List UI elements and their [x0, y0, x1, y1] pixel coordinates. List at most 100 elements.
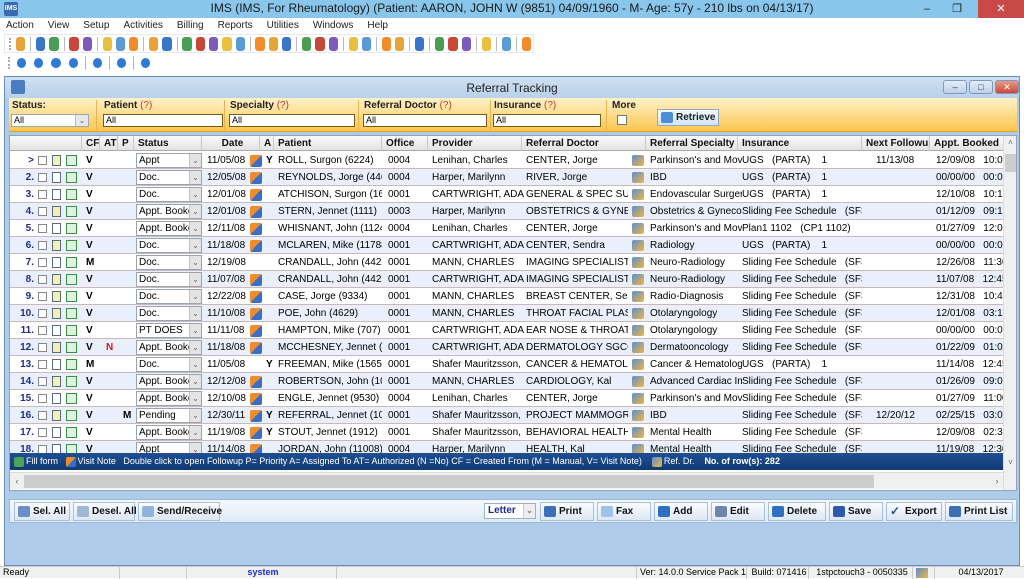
fill-form-icon[interactable] — [66, 325, 77, 336]
visit-note-icon[interactable] — [250, 393, 262, 405]
menu-view[interactable]: View — [48, 18, 70, 34]
delete-button[interactable]: Delete — [768, 502, 826, 521]
form-icon[interactable] — [461, 36, 471, 51]
billing-dollar-icon[interactable] — [182, 36, 192, 51]
menu-reports[interactable]: Reports — [218, 18, 253, 34]
chevron-down-icon[interactable]: ⌄ — [189, 290, 201, 303]
referral-doctor-icon[interactable] — [632, 206, 644, 217]
referral-doctor-icon[interactable] — [632, 189, 644, 200]
chevron-down-icon[interactable]: ⌄ — [189, 307, 201, 320]
visit-note-icon[interactable] — [250, 410, 262, 422]
contact-card-icon[interactable] — [395, 36, 405, 51]
table-row[interactable]: 6. V Doc. Received ⌄ 11/18/08 MCLAREN, Mike (… — [10, 237, 1004, 254]
column-header-provider[interactable]: Provider — [428, 136, 522, 151]
fill-form-icon[interactable] — [66, 410, 77, 421]
visit-note-icon[interactable] — [250, 223, 262, 235]
chevron-down-icon[interactable]: ⌄ — [189, 171, 201, 184]
folder-icon[interactable] — [69, 36, 79, 51]
fill-form-icon[interactable] — [66, 393, 77, 404]
status-select[interactable]: PT DOES NOT ⌄ — [136, 323, 202, 338]
chevron-down-icon[interactable]: ⌄ — [189, 273, 201, 286]
scroll-up-icon[interactable]: ˄ — [1004, 136, 1016, 150]
window-minimize-button[interactable]: – — [912, 0, 942, 18]
table-row[interactable]: 4. V Appt. Booked ⌄ 12/01/08 STERN, Jennet (1… — [10, 203, 1004, 220]
row-checkbox[interactable] — [38, 241, 47, 250]
row-checkbox[interactable] — [38, 326, 47, 335]
column-header-appt-booked[interactable]: Appt. Booked — [930, 136, 1004, 151]
chevron-down-icon[interactable]: ⌄ — [189, 358, 201, 371]
billing-claim-icon[interactable] — [235, 36, 245, 51]
chevron-down-icon[interactable]: ⌄ — [189, 188, 201, 201]
send-receive-button[interactable]: Send/Receive — [138, 502, 222, 521]
scroll-down-icon[interactable]: ˅ — [1004, 456, 1016, 470]
note-icon[interactable] — [162, 36, 172, 51]
row-checkbox[interactable] — [38, 207, 47, 216]
menu-action[interactable]: Action — [6, 18, 34, 34]
menu-billing[interactable]: Billing — [177, 18, 204, 34]
patient-edit-icon[interactable] — [35, 36, 46, 51]
chevron-down-icon[interactable]: ⌄ — [189, 205, 201, 218]
fill-form-icon[interactable] — [66, 155, 77, 166]
fill-form-icon[interactable] — [66, 342, 77, 353]
prescription-icon[interactable] — [102, 36, 112, 51]
status-filter-select[interactable]: All ⌄ — [11, 114, 89, 127]
chevron-down-icon[interactable]: ⌄ — [523, 504, 535, 518]
clipboard-edit-icon[interactable] — [82, 36, 92, 51]
fax-button[interactable]: Fax — [597, 502, 651, 521]
document-icon[interactable] — [52, 427, 61, 438]
status-select[interactable]: Doc. Received ⌄ — [136, 255, 202, 270]
document-icon[interactable] — [149, 36, 159, 51]
child-minimize-button[interactable]: – — [943, 80, 967, 94]
prev-record-icon[interactable] — [34, 57, 44, 68]
menu-activities[interactable]: Activities — [123, 18, 162, 34]
status-select[interactable]: Doc. Received ⌄ — [136, 238, 202, 253]
fill-form-icon[interactable] — [66, 376, 77, 387]
specialty-filter-input[interactable]: All — [229, 114, 355, 127]
menu-setup[interactable]: Setup — [83, 18, 109, 34]
table-row[interactable]: 5. V Appt. Booked ⌄ 12/11/08 WHISNANT, John (… — [10, 220, 1004, 237]
column-header-insurance[interactable]: Insurance — [738, 136, 862, 151]
transfer-icon[interactable] — [448, 36, 458, 51]
row-checkbox[interactable] — [38, 411, 47, 420]
patient-filter-input[interactable]: All — [103, 114, 223, 127]
referral-doctor-icon[interactable] — [632, 274, 644, 285]
fill-form-icon[interactable] — [66, 274, 77, 285]
billing-doc-icon[interactable] — [195, 36, 205, 51]
referral-doctor-filter-input[interactable]: All — [363, 114, 487, 127]
column-header-status[interactable]: Status — [134, 136, 202, 151]
visit-note-icon[interactable] — [250, 308, 262, 320]
column-header-date[interactable]: Date — [202, 136, 260, 151]
column-header-a[interactable]: A — [260, 136, 274, 151]
column-header-at[interactable]: AT — [100, 136, 118, 151]
deselect-all-button[interactable]: Desel. All — [73, 502, 137, 521]
status-select[interactable]: Doc. Received ⌄ — [136, 187, 202, 202]
table-row[interactable]: 12. V N Appt. Booked ⌄ 11/18/08 MCCHESNEY, Jen… — [10, 339, 1004, 356]
chevron-down-icon[interactable]: ⌄ — [189, 256, 201, 269]
chevron-down-icon[interactable]: ⌄ — [189, 324, 201, 337]
table-row[interactable]: > V Appt cancelled ⌄ 11/05/08 Y ROLL, Surgon (… — [10, 152, 1004, 169]
print-list-button[interactable]: Print List — [945, 502, 1013, 521]
table-row[interactable]: 10. V Doc. Received ⌄ 11/10/08 POE, John (462… — [10, 305, 1004, 322]
billing-payment-icon[interactable] — [222, 36, 232, 51]
fill-form-icon[interactable] — [66, 206, 77, 217]
window-close-button[interactable]: ✕ — [978, 0, 1024, 18]
row-checkbox[interactable] — [38, 309, 47, 318]
edit-button[interactable]: Edit — [711, 502, 765, 521]
document-icon[interactable] — [52, 308, 61, 319]
menu-utilities[interactable]: Utilities — [267, 18, 299, 34]
referral-doctor-icon[interactable] — [632, 308, 644, 319]
print-button[interactable]: Print — [540, 502, 594, 521]
column-header-next-followup[interactable]: Next Followup — [862, 136, 930, 151]
save-button[interactable]: Save — [829, 502, 883, 521]
chevron-down-icon[interactable]: ⌄ — [189, 154, 201, 167]
chevron-down-icon[interactable]: ⌄ — [189, 392, 201, 405]
add-button[interactable]: Add — [654, 502, 708, 521]
fill-form-icon[interactable] — [66, 240, 77, 251]
refresh-icon[interactable] — [92, 57, 102, 68]
chart-doc-icon[interactable] — [282, 36, 292, 51]
report-chart-icon[interactable] — [381, 36, 392, 51]
horizontal-scrollbar[interactable]: ‹ › — [10, 472, 1004, 489]
referral-doctor-icon[interactable] — [632, 257, 644, 268]
document-icon[interactable] — [52, 376, 61, 387]
fill-form-icon[interactable] — [66, 359, 77, 370]
